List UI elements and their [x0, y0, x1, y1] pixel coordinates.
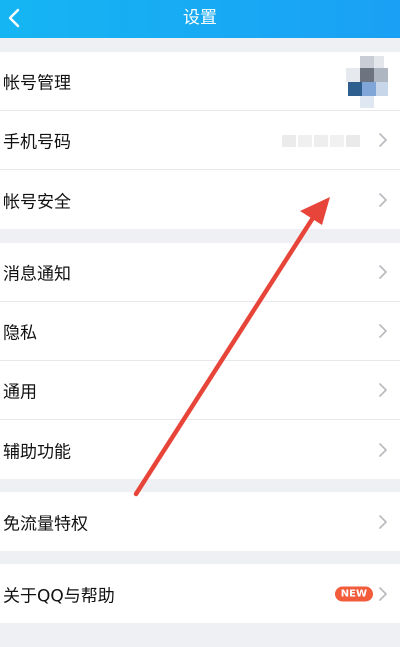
- settings-row-account-security[interactable]: 帐号安全: [0, 170, 400, 229]
- settings-row-about-help[interactable]: 关于QQ与帮助 NEW: [0, 564, 400, 623]
- chevron-right-icon: [379, 133, 387, 147]
- row-label: 隐私: [3, 323, 37, 344]
- settings-row-notifications[interactable]: 消息通知: [0, 243, 400, 302]
- new-badge: NEW: [334, 586, 373, 601]
- row-label: 帐号安全: [3, 192, 71, 212]
- page-title: 设置: [183, 8, 217, 28]
- settings-row-phone-number[interactable]: 手机号码: [0, 111, 400, 170]
- chevron-right-icon: [379, 586, 387, 601]
- row-label: 帐号管理: [3, 73, 71, 94]
- phone-number-redacted: [282, 135, 360, 147]
- title-bar: 设置: [0, 0, 400, 38]
- avatar: [346, 56, 388, 108]
- settings-row-free-data[interactable]: 免流量特权: [0, 492, 400, 551]
- row-label: 手机号码: [3, 132, 71, 153]
- row-label: 通用: [3, 382, 37, 403]
- row-label: 免流量特权: [3, 514, 88, 534]
- row-label: 辅助功能: [3, 442, 71, 462]
- settings-screen: 设置 帐号管理 手机号码 帐号安全 消息通知 隐私 通用 辅助功能 免流量特权 …: [0, 0, 400, 647]
- settings-row-privacy[interactable]: 隐私: [0, 302, 400, 361]
- chevron-right-icon: [379, 514, 387, 529]
- row-label: 消息通知: [3, 264, 71, 285]
- data-group: 免流量特权: [0, 492, 400, 551]
- settings-row-account-management[interactable]: 帐号管理: [0, 52, 400, 111]
- chevron-right-icon: [379, 324, 387, 338]
- chevron-right-icon: [379, 442, 387, 457]
- account-group: 帐号管理 手机号码 帐号安全: [0, 52, 400, 229]
- about-group: 关于QQ与帮助 NEW: [0, 564, 400, 623]
- row-label: 关于QQ与帮助: [3, 586, 115, 606]
- settings-row-general[interactable]: 通用: [0, 361, 400, 420]
- chevron-right-icon: [379, 265, 387, 279]
- general-group: 消息通知 隐私 通用 辅助功能: [0, 243, 400, 479]
- settings-row-accessibility[interactable]: 辅助功能: [0, 420, 400, 479]
- chevron-right-icon: [379, 383, 387, 397]
- chevron-right-icon: [379, 192, 387, 207]
